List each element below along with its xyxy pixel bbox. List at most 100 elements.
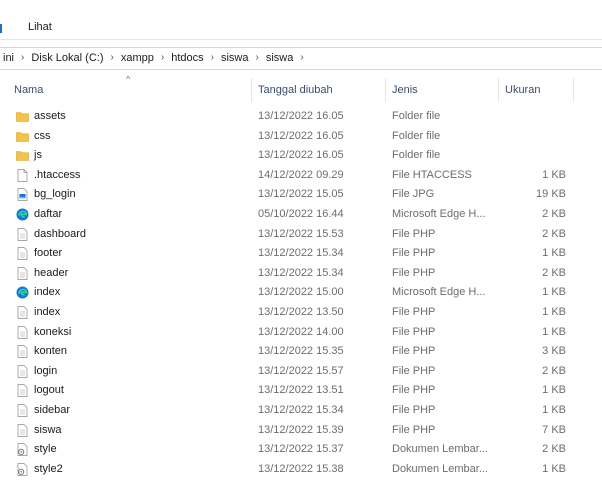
folder-icon bbox=[16, 110, 29, 123]
file-type: File PHP bbox=[392, 384, 436, 397]
breadcrumb-item[interactable]: ini bbox=[3, 52, 14, 64]
file-type: File PHP bbox=[392, 364, 436, 377]
text-file-icon bbox=[16, 306, 29, 319]
column-divider[interactable] bbox=[573, 78, 574, 102]
text-file-icon bbox=[16, 247, 29, 261]
file-type: File PHP bbox=[392, 325, 436, 338]
list-item[interactable]: konten 13/12/2022 15.35 File PHP 3 KB bbox=[0, 342, 602, 362]
list-item[interactable]: siswa 13/12/2022 15.39 File PHP 7 KB bbox=[0, 421, 602, 441]
file-type: Folder file bbox=[392, 149, 441, 162]
file-size: 1 KB bbox=[542, 305, 566, 318]
file-date: 13/12/2022 16.05 bbox=[258, 129, 344, 142]
list-item[interactable]: sidebar 13/12/2022 15.34 File PHP 1 KB bbox=[0, 401, 602, 421]
file-size: 1 KB bbox=[542, 325, 566, 338]
breadcrumb-item[interactable]: Disk Lokal (C:) bbox=[31, 52, 103, 64]
list-item[interactable]: bg_login 13/12/2022 15.05 File JPG 19 KB bbox=[0, 185, 602, 205]
list-item[interactable]: index 13/12/2022 15.00 Microsoft Edge H...… bbox=[0, 283, 602, 303]
ribbon-edge-marker bbox=[0, 24, 2, 33]
file-name: koneksi bbox=[34, 325, 72, 338]
column-divider[interactable] bbox=[251, 78, 252, 102]
file-type: File PHP bbox=[392, 266, 436, 279]
column-header-name[interactable]: Nama bbox=[14, 84, 43, 96]
file-name: index bbox=[34, 305, 61, 318]
file-type: File PHP bbox=[392, 227, 436, 240]
tab-view[interactable]: Lihat bbox=[28, 21, 52, 33]
column-header-date[interactable]: Tanggal diubah bbox=[258, 84, 333, 96]
text-file-icon bbox=[16, 404, 29, 417]
breadcrumb-item[interactable]: htdocs bbox=[171, 52, 203, 64]
file-date: 13/12/2022 15.34 bbox=[258, 403, 344, 416]
file-date: 13/12/2022 15.34 bbox=[258, 266, 344, 279]
list-item[interactable]: logout 13/12/2022 13.51 File PHP 1 KB bbox=[0, 381, 602, 401]
breadcrumb-item[interactable]: siswa bbox=[221, 52, 249, 64]
column-header-size[interactable]: Ukuran bbox=[505, 84, 540, 96]
file-date: 13/12/2022 15.00 bbox=[258, 286, 344, 299]
file-type: Folder file bbox=[392, 129, 441, 142]
list-item[interactable]: footer 13/12/2022 15.34 File PHP 1 KB bbox=[0, 244, 602, 264]
file-name: siswa bbox=[34, 423, 62, 436]
file-size: 1 KB bbox=[542, 403, 566, 416]
file-size: 1 KB bbox=[542, 168, 566, 181]
file-date: 13/12/2022 16.05 bbox=[258, 110, 344, 122]
file-name: index bbox=[34, 286, 61, 299]
text-file-icon bbox=[16, 266, 29, 280]
file-date: 13/12/2022 16.05 bbox=[258, 149, 344, 162]
css-file-icon bbox=[16, 462, 29, 476]
file-size: 2 KB bbox=[542, 443, 566, 456]
file-name: dashboard bbox=[34, 227, 86, 240]
list-item[interactable]: assets 13/12/2022 16.05 Folder file bbox=[0, 107, 602, 127]
file-type: Folder file bbox=[392, 110, 441, 122]
file-date: 13/12/2022 15.34 bbox=[258, 247, 344, 260]
chevron-right-icon[interactable]: › bbox=[211, 52, 214, 63]
list-item[interactable]: daftar 05/10/2022 16.44 Microsoft Edge H..… bbox=[0, 205, 602, 225]
ribbon: Lihat bbox=[0, 0, 602, 40]
file-list: assets 13/12/2022 16.05 Folder file css 13/1… bbox=[0, 107, 602, 479]
file-date: 13/12/2022 14.00 bbox=[258, 325, 344, 338]
file-type: File JPG bbox=[392, 188, 435, 201]
column-divider[interactable] bbox=[498, 78, 499, 102]
list-item[interactable]: css 13/12/2022 16.05 Folder file bbox=[0, 127, 602, 147]
file-date: 13/12/2022 15.38 bbox=[258, 462, 344, 475]
file-type: File PHP bbox=[392, 423, 436, 436]
file-type: Microsoft Edge H... bbox=[392, 286, 486, 299]
chevron-right-icon[interactable]: › bbox=[300, 52, 303, 63]
file-size: 2 KB bbox=[542, 227, 566, 240]
file-name: header bbox=[34, 266, 69, 279]
file-name: daftar bbox=[34, 207, 63, 220]
list-item[interactable]: index 13/12/2022 13.50 File PHP 1 KB bbox=[0, 303, 602, 323]
list-item[interactable]: dashboard 13/12/2022 15.53 File PHP 2 KB bbox=[0, 225, 602, 245]
file-type: Dokumen Lembar... bbox=[392, 443, 488, 456]
breadcrumb-item[interactable]: siswa bbox=[266, 52, 294, 64]
file-size: 1 KB bbox=[542, 384, 566, 397]
css-file-icon bbox=[16, 443, 29, 456]
text-file-icon bbox=[16, 364, 29, 378]
chevron-right-icon[interactable]: › bbox=[161, 52, 164, 63]
file-date: 13/12/2022 15.05 bbox=[258, 188, 344, 201]
column-divider[interactable] bbox=[385, 78, 386, 102]
chevron-right-icon[interactable]: › bbox=[255, 52, 258, 63]
sort-ascending-icon: ^ bbox=[126, 74, 131, 84]
image-file-icon bbox=[16, 188, 29, 202]
file-size: 1 KB bbox=[542, 247, 566, 260]
file-name: assets bbox=[34, 110, 66, 122]
file-name: style2 bbox=[34, 462, 63, 475]
file-size: 2 KB bbox=[542, 364, 566, 377]
file-size: 19 KB bbox=[536, 188, 566, 201]
file-name: konten bbox=[34, 345, 68, 358]
list-item[interactable]: login 13/12/2022 15.57 File PHP 2 KB bbox=[0, 362, 602, 382]
list-item[interactable]: style 13/12/2022 15.37 Dokumen Lembar... 2 … bbox=[0, 440, 602, 460]
file-size: 2 KB bbox=[542, 207, 566, 220]
list-item[interactable]: .htaccess 14/12/2022 09.29 File HTACCESS 1 … bbox=[0, 166, 602, 186]
chevron-right-icon[interactable]: › bbox=[110, 52, 113, 63]
list-item[interactable]: koneksi 13/12/2022 14.00 File PHP 1 KB bbox=[0, 323, 602, 343]
column-header-type[interactable]: Jenis bbox=[392, 84, 418, 96]
file-date: 13/12/2022 15.39 bbox=[258, 423, 344, 436]
list-item[interactable]: js 13/12/2022 16.05 Folder file bbox=[0, 146, 602, 166]
list-item[interactable]: style2 13/12/2022 15.38 Dokumen Lembar... 1… bbox=[0, 460, 602, 480]
file-type: File PHP bbox=[392, 403, 436, 416]
list-item[interactable]: header 13/12/2022 15.34 File PHP 2 KB bbox=[0, 264, 602, 284]
breadcrumb-item[interactable]: xampp bbox=[121, 52, 154, 64]
file-date: 13/12/2022 13.50 bbox=[258, 305, 344, 318]
file-name: bg_login bbox=[34, 188, 76, 201]
chevron-right-icon[interactable]: › bbox=[21, 52, 24, 63]
